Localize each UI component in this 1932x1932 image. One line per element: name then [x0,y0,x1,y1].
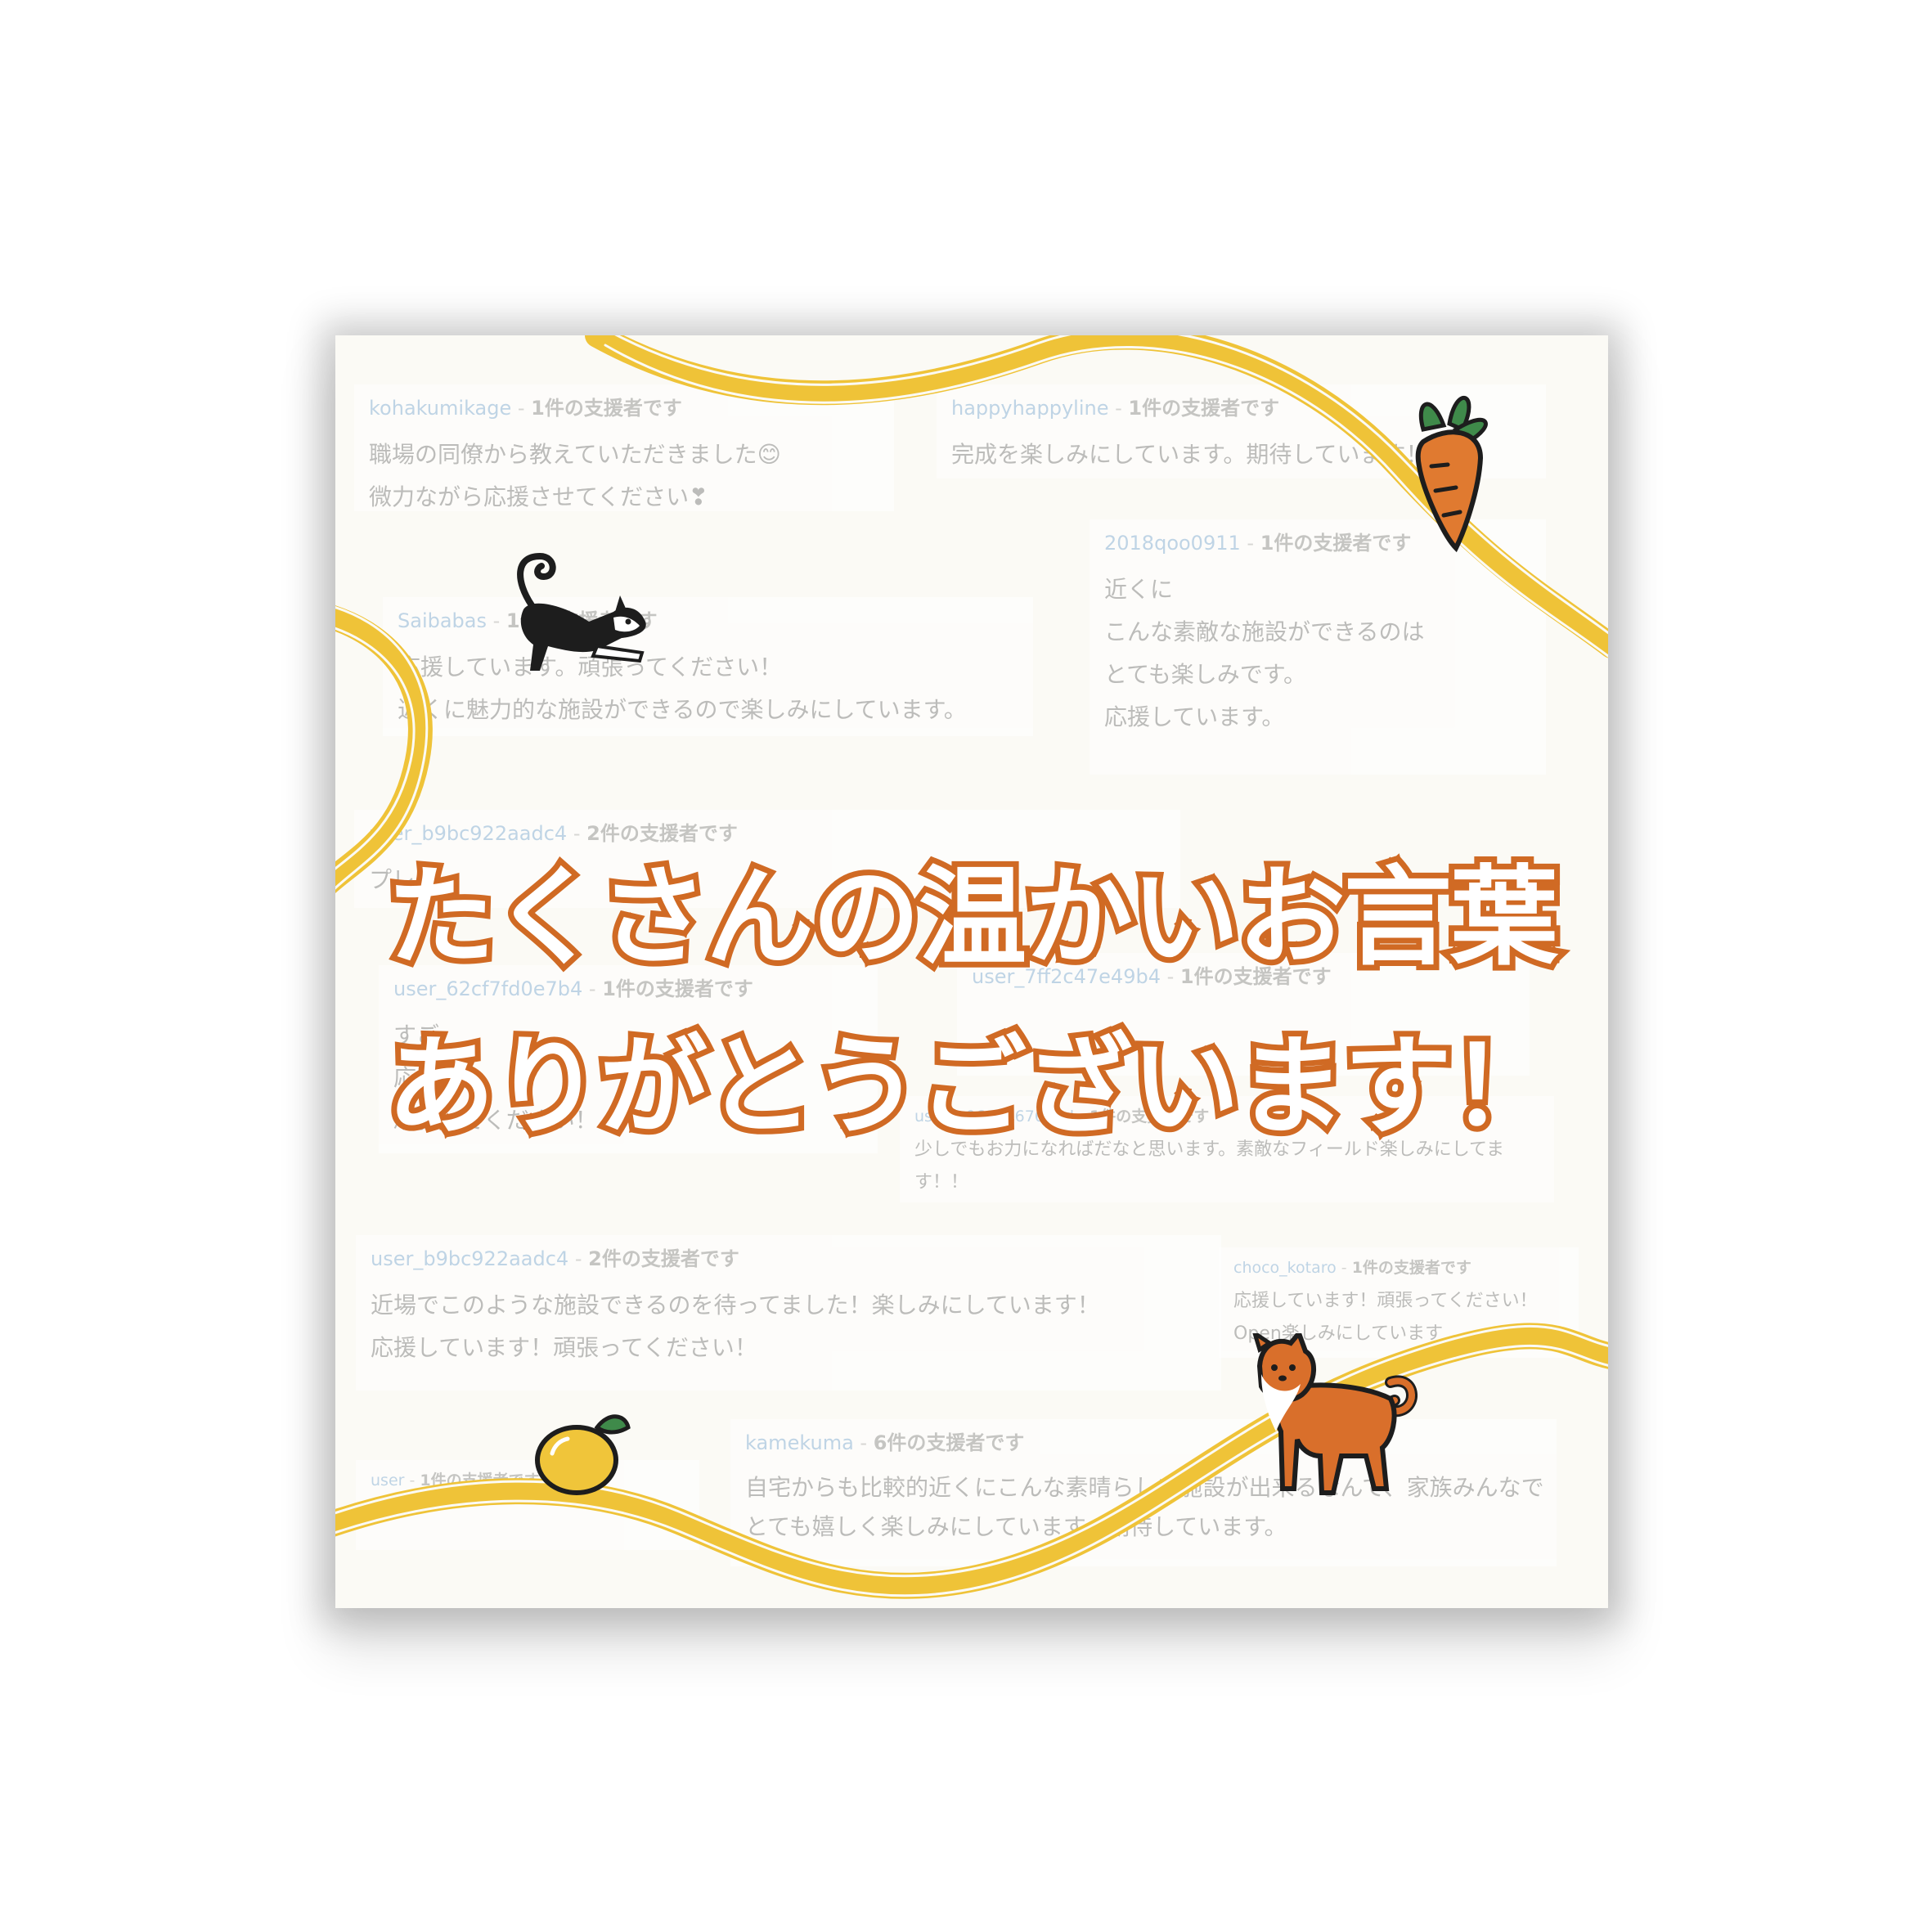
black-shiba-dog-icon [517,552,646,671]
thank-you-card: kohakumikage - 1件の支援者です 職場の同僚から教えていただきまし… [335,335,1608,1608]
headline-line-2: ありがとうございます！ [381,1018,1564,1156]
headline-line-1: たくさんの温かいお言葉 [381,849,1564,986]
orange-shiba-dog-icon [1252,1333,1418,1495]
carrot-icon [1415,396,1488,553]
lemon-icon [535,1414,631,1495]
